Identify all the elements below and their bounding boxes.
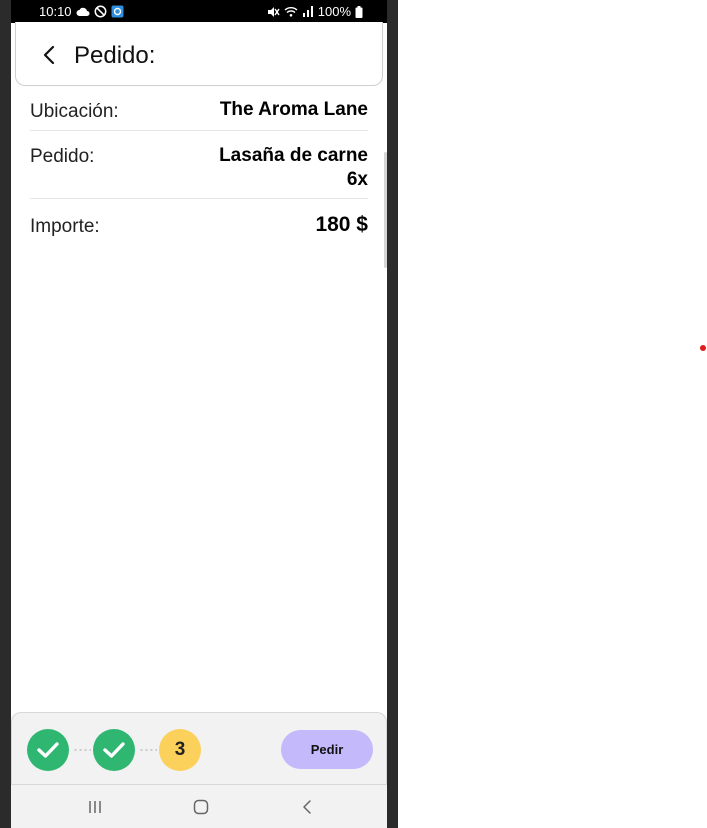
home-button[interactable] [186,795,216,819]
order-quantity: 6x [346,169,368,190]
order-submit-button[interactable]: Pedir [281,730,373,769]
check-icon [103,742,125,758]
divider [30,130,368,131]
order-label: Pedido: [30,146,95,167]
back-arrow-icon [43,45,55,65]
step-2-complete [93,729,135,771]
step-connector [139,749,157,751]
detail-row-location: Ubicación: The Aroma Lane [30,98,368,126]
mute-icon [267,6,280,18]
phone-screen: 10:10 100% Pedido: Ubicación: The Aroma … [11,0,387,828]
step-1-complete [27,729,69,771]
back-button[interactable] [34,40,64,70]
status-bar-right: 100% [267,4,363,19]
cloud-icon [76,7,90,17]
back-nav-icon [303,800,311,814]
scrollbar[interactable] [384,152,387,268]
location-label: Ubicación: [30,101,119,122]
divider [30,198,368,199]
recent-apps-icon [89,801,101,813]
wifi-icon [284,6,298,17]
system-navigation-bar [11,785,387,828]
order-stepper-panel: 3 Pedir [11,712,387,785]
location-value: The Aroma Lane [219,99,368,120]
device-frame-right [387,0,398,828]
signal-icon [302,6,314,17]
amount-value: 180 $ [315,213,368,236]
app-notification-icon [111,5,124,18]
indicator-dot [700,345,706,351]
status-time: 10:10 [39,4,72,19]
battery-percent: 100% [317,4,351,19]
detail-row-amount: Importe: 180 $ [30,213,368,241]
app-header: Pedido: [15,22,383,86]
step-connector [73,749,91,751]
detail-row-order: Pedido: Lasaña de carne 6x [30,144,368,194]
device-frame-left [0,0,11,828]
do-not-disturb-icon [94,5,107,18]
page-title: Pedido: [74,42,156,69]
step-3-current: 3 [159,729,201,771]
amount-label: Importe: [30,216,100,237]
battery-icon [355,5,363,18]
status-bar: 10:10 100% [11,0,387,23]
check-icon [37,742,59,758]
recent-apps-button[interactable] [80,795,110,819]
home-icon [193,799,209,815]
system-back-button[interactable] [292,795,322,819]
order-item-name: Lasaña de carne [219,145,368,166]
status-bar-left: 10:10 [39,4,124,19]
